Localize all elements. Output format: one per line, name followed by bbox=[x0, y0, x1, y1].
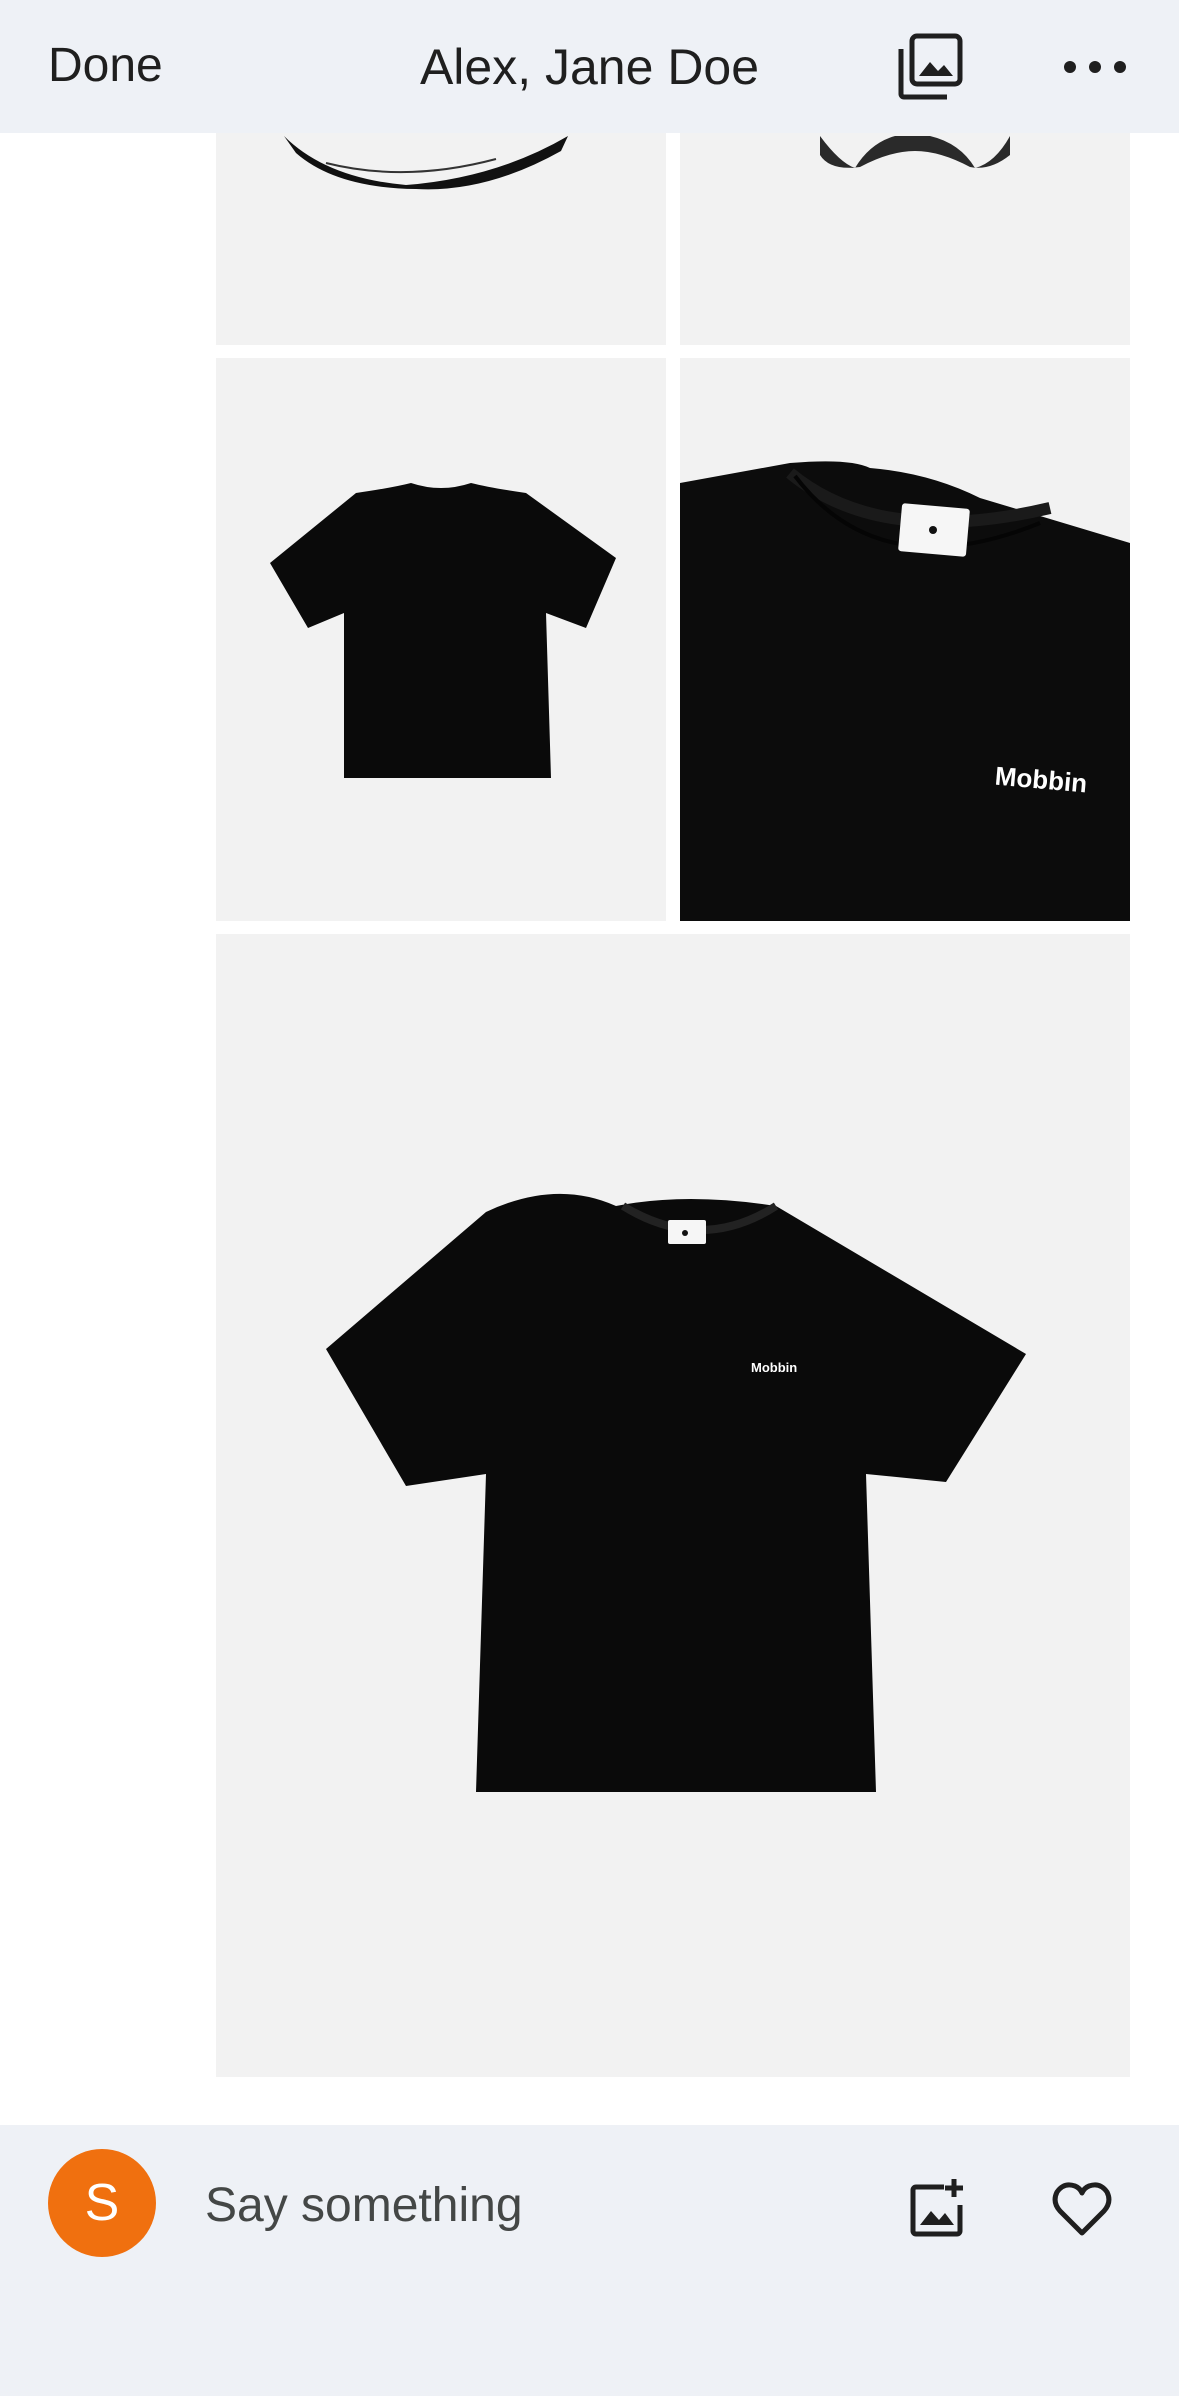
avatar[interactable]: S bbox=[48, 2149, 156, 2257]
message-input[interactable] bbox=[205, 2173, 845, 2237]
photo-tshirt-collar-closeup[interactable]: Mobbin bbox=[680, 358, 1130, 921]
add-photo-icon[interactable] bbox=[906, 2177, 970, 2241]
photo-cap-1[interactable] bbox=[216, 133, 666, 345]
photo-cap-2[interactable] bbox=[680, 133, 1130, 345]
top-app-bar: Done Alex, Jane Doe bbox=[0, 0, 1179, 133]
cap-image bbox=[284, 136, 568, 190]
collar-image: Mobbin bbox=[680, 358, 1130, 921]
done-button[interactable]: Done bbox=[48, 38, 163, 93]
photo-tshirt-front[interactable]: Mobbin bbox=[216, 934, 1130, 2077]
heart-icon[interactable] bbox=[1050, 2177, 1114, 2241]
conversation-title: Alex, Jane Doe bbox=[419, 39, 760, 95]
tshirt-image: Mobbin bbox=[326, 1193, 1026, 1792]
cap-image bbox=[820, 136, 1010, 168]
more-options-icon[interactable] bbox=[1060, 44, 1130, 90]
shirt-print-text: Mobbin bbox=[751, 1360, 797, 1375]
photo-gallery-icon[interactable] bbox=[895, 32, 965, 102]
message-composer: S bbox=[0, 2125, 1179, 2396]
photo-tshirt-flatlay[interactable] bbox=[216, 358, 666, 921]
tshirt-image bbox=[270, 483, 616, 778]
